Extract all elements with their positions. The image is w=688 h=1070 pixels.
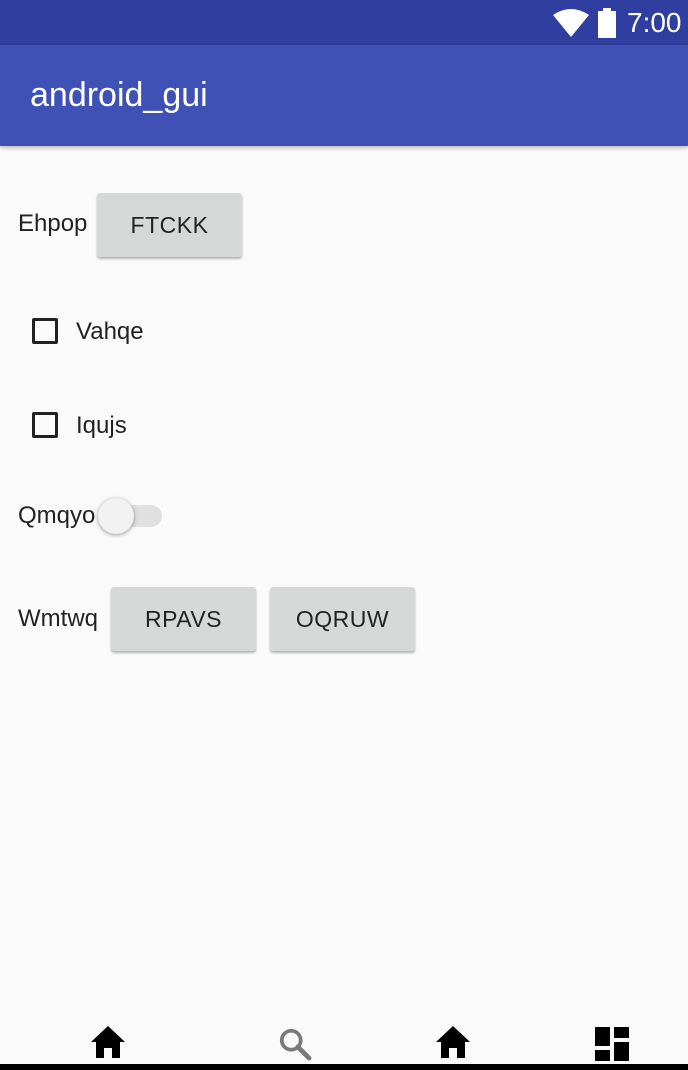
- app-bar: android_gui: [0, 45, 688, 146]
- system-nav-edge: [0, 1064, 688, 1070]
- ehpop-label: Ehpop: [18, 210, 88, 237]
- status-bar: 7:00: [0, 0, 688, 45]
- iqujs-checkbox[interactable]: [32, 412, 58, 438]
- battery-icon: [598, 8, 616, 38]
- vahqe-checkbox[interactable]: [32, 318, 58, 344]
- ftckk-button[interactable]: FTCKK: [97, 193, 242, 257]
- vahqe-checkbox-label: Vahqe: [76, 318, 144, 345]
- status-time: 7:00: [627, 7, 682, 38]
- search-icon[interactable]: [278, 1027, 312, 1061]
- app-title: android_gui: [30, 76, 208, 114]
- qmqyo-switch-thumb[interactable]: [98, 498, 134, 534]
- dashboard-icon[interactable]: [595, 1027, 629, 1061]
- wmtwq-label: Wmtwq: [18, 605, 98, 632]
- qmqyo-label: Qmqyo: [18, 502, 96, 529]
- home-icon[interactable]: [90, 1025, 126, 1059]
- iqujs-checkbox-label: Iqujs: [76, 412, 127, 439]
- oqruw-button[interactable]: OQRUW: [270, 587, 415, 651]
- rpavs-button[interactable]: RPAVS: [111, 587, 256, 651]
- wifi-icon: [553, 9, 589, 37]
- home-icon[interactable]: [435, 1025, 471, 1059]
